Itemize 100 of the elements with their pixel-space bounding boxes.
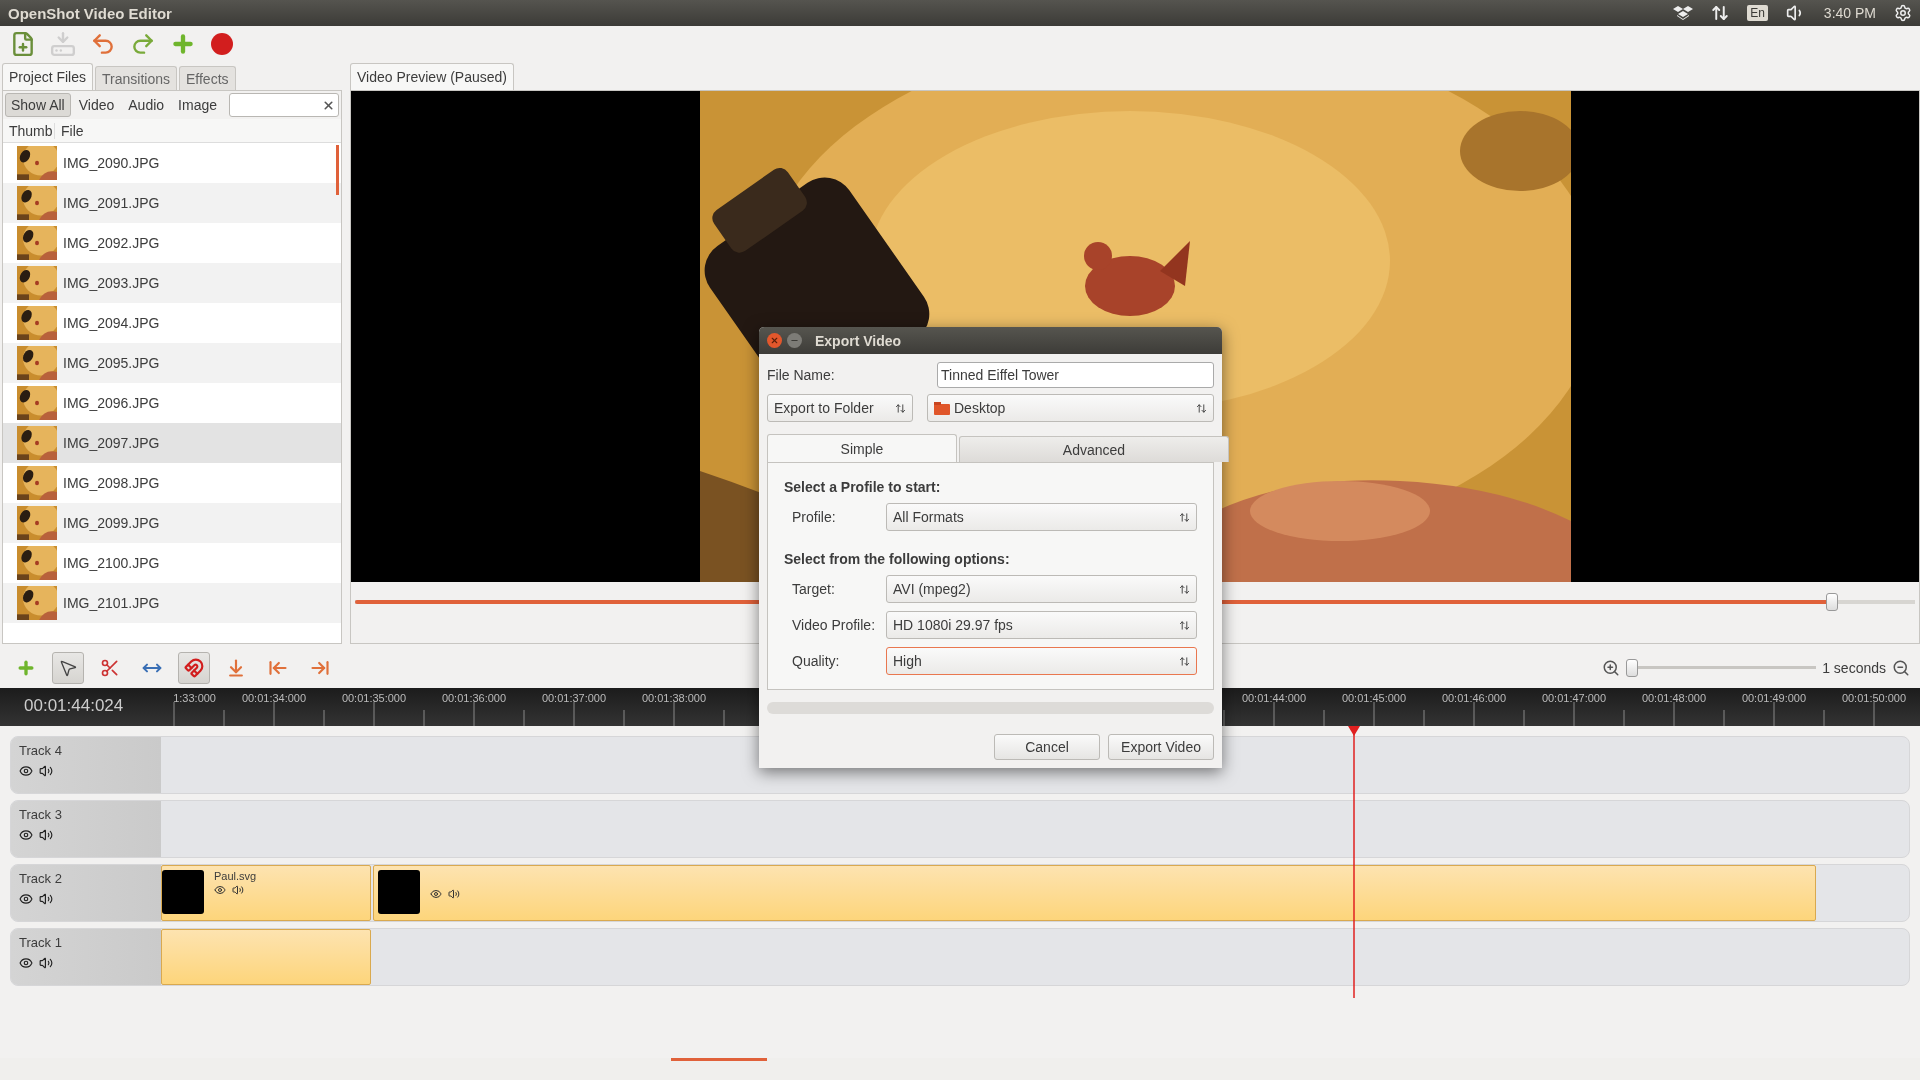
clip[interactable] bbox=[161, 929, 371, 985]
file-name: IMG_2098.JPG bbox=[63, 475, 160, 491]
file-name: IMG_2091.JPG bbox=[63, 195, 160, 211]
file-row[interactable]: IMG_2095.JPG bbox=[3, 343, 341, 383]
tab[interactable]: Simple bbox=[767, 434, 957, 462]
speaker-icon[interactable] bbox=[39, 956, 53, 970]
time-label: 00:01:34:000 bbox=[240, 691, 308, 706]
file-name: IMG_2096.JPG bbox=[63, 395, 160, 411]
file-row[interactable]: IMG_2101.JPG bbox=[3, 583, 341, 623]
jump-end-icon bbox=[310, 658, 330, 678]
time-label: 00:01:38:000 bbox=[640, 691, 708, 706]
time-label: 00:01:45:000 bbox=[1340, 691, 1408, 706]
clip-thumbnail bbox=[378, 870, 420, 914]
updown-arrows-icon bbox=[895, 402, 906, 414]
file-name: IMG_2097.JPG bbox=[63, 435, 160, 451]
file-name: IMG_2092.JPG bbox=[63, 235, 160, 251]
track-name: Track 2 bbox=[19, 871, 63, 886]
tab[interactable]: Advanced bbox=[959, 436, 1229, 462]
undo-icon[interactable] bbox=[90, 31, 116, 57]
time-label: 00:01:37:000 bbox=[540, 691, 608, 706]
track-name: Track 3 bbox=[19, 807, 63, 822]
speaker-icon[interactable] bbox=[39, 892, 53, 906]
option-select[interactable]: AVI (mpeg2) bbox=[886, 575, 1197, 603]
file-name-field[interactable]: Tinned Eiffel Tower bbox=[937, 362, 1214, 388]
eye-icon[interactable] bbox=[214, 884, 226, 896]
field-label: Target: bbox=[791, 581, 836, 597]
file-name: IMG_2095.JPG bbox=[63, 355, 160, 371]
updown-arrows-icon bbox=[1179, 583, 1190, 595]
folder-select[interactable]: Desktop bbox=[927, 394, 1214, 422]
eye-icon[interactable] bbox=[430, 888, 442, 900]
time-label: 00:01:35:000 bbox=[340, 691, 408, 706]
zoom-label: 1 seconds bbox=[1822, 660, 1886, 676]
speaker-icon[interactable] bbox=[39, 828, 53, 842]
settings-icon[interactable] bbox=[1894, 4, 1912, 22]
file-row[interactable]: IMG_2093.JPG bbox=[3, 263, 341, 303]
record-icon[interactable] bbox=[210, 32, 234, 56]
file-name: IMG_2099.JPG bbox=[63, 515, 160, 531]
option-select[interactable]: HD 1080i 29.97 fps bbox=[886, 611, 1197, 639]
clock[interactable]: 3:40 PM bbox=[1823, 5, 1876, 21]
filter-button[interactable]: Show All bbox=[5, 93, 71, 117]
speaker-icon[interactable] bbox=[232, 884, 244, 896]
clear-icon[interactable] bbox=[322, 98, 335, 112]
file-row[interactable]: IMG_2097.JPG bbox=[3, 423, 341, 463]
network-icon[interactable] bbox=[1711, 4, 1730, 22]
file-row[interactable]: IMG_2091.JPG bbox=[3, 183, 341, 223]
field-label: Quality: bbox=[791, 653, 841, 669]
magnet-button[interactable] bbox=[178, 652, 210, 684]
filter-button[interactable]: Audio bbox=[122, 93, 171, 117]
time-label: 00:01:46:000 bbox=[1440, 691, 1508, 706]
clip[interactable]: Paul.svg bbox=[161, 865, 371, 921]
field-label: Video Profile: bbox=[791, 617, 876, 633]
tab[interactable]: Project Files bbox=[2, 63, 94, 90]
column-header[interactable]: Thumb bbox=[3, 122, 55, 139]
tab[interactable]: Video Preview (Paused) bbox=[350, 63, 514, 90]
time-label: 00:01:48:000 bbox=[1640, 691, 1708, 706]
file-row[interactable]: IMG_2099.JPG bbox=[3, 503, 341, 543]
time-label: 00:01:47:000 bbox=[1540, 691, 1608, 706]
window-title: OpenShot Video Editor bbox=[8, 4, 172, 22]
jump-start-icon bbox=[268, 658, 288, 678]
speaker-icon[interactable] bbox=[448, 888, 460, 900]
track-name: Track 4 bbox=[19, 743, 63, 758]
keyboard-indicator[interactable]: En bbox=[1747, 5, 1768, 21]
magnet-icon bbox=[184, 658, 204, 678]
updown-arrows-icon bbox=[1179, 511, 1190, 523]
eye-icon[interactable] bbox=[19, 828, 33, 842]
dialog-title: Export Video bbox=[815, 332, 902, 349]
box-icon[interactable] bbox=[1673, 5, 1694, 21]
zoom-in-icon[interactable] bbox=[1602, 659, 1621, 677]
clip[interactable] bbox=[373, 865, 1816, 921]
option-select[interactable]: High bbox=[886, 647, 1197, 675]
new-file-icon[interactable] bbox=[10, 31, 36, 57]
eye-icon[interactable] bbox=[19, 892, 33, 906]
field-label: File Name: bbox=[767, 367, 836, 383]
tab[interactable]: Effects bbox=[179, 66, 236, 90]
export-mode-select[interactable]: Export to Folder bbox=[767, 394, 913, 422]
time-label: 00:01:44:000 bbox=[1240, 691, 1308, 706]
clip-name: Paul.svg bbox=[214, 870, 257, 882]
track-name: Track 1 bbox=[19, 935, 63, 950]
updown-arrows-icon bbox=[1179, 619, 1190, 631]
column-header[interactable]: File bbox=[55, 122, 84, 139]
file-name: IMG_2101.JPG bbox=[63, 595, 160, 611]
zoom-out-icon[interactable] bbox=[1892, 659, 1910, 677]
time-label: 00:01:50:000 bbox=[1840, 691, 1908, 706]
pointer-icon bbox=[58, 658, 78, 678]
marker-icon bbox=[226, 658, 246, 678]
filter-button[interactable]: Image bbox=[172, 93, 223, 117]
scrollbar bbox=[336, 145, 339, 195]
file-name: IMG_2093.JPG bbox=[63, 275, 160, 291]
time-label: 00:01:36:000 bbox=[440, 691, 508, 706]
tab[interactable]: Transitions bbox=[95, 66, 177, 90]
updown-arrows-icon bbox=[1196, 402, 1207, 414]
file-name: IMG_2094.JPG bbox=[63, 315, 160, 331]
add-icon bbox=[16, 658, 36, 678]
profile-select[interactable]: All Formats bbox=[886, 503, 1197, 531]
filter-button[interactable]: Video bbox=[72, 93, 121, 117]
folder-icon bbox=[934, 401, 950, 415]
search-field[interactable] bbox=[229, 93, 339, 117]
eye-icon[interactable] bbox=[19, 956, 33, 970]
section-heading: Select from the following options: bbox=[784, 551, 1011, 567]
pointer-button[interactable] bbox=[52, 652, 84, 684]
